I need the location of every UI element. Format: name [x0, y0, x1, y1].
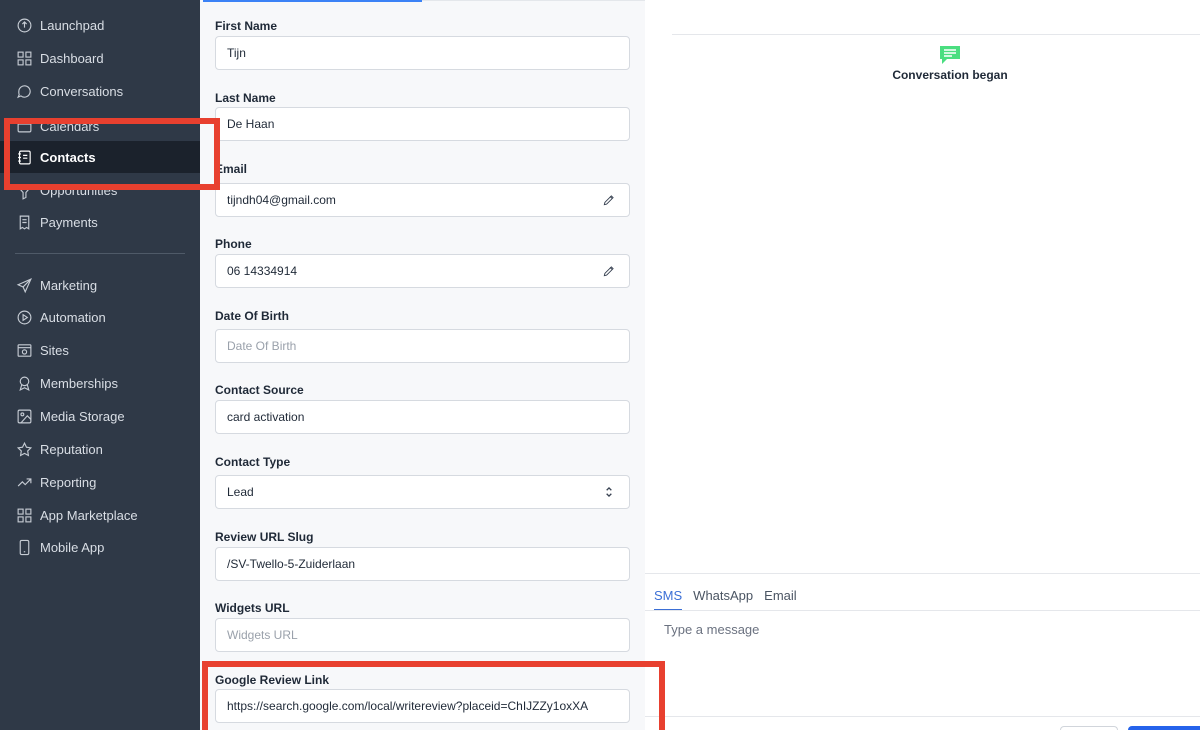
composer-channel-tabs: SMS WhatsApp Email — [654, 588, 797, 611]
sidebar-item-reporting[interactable]: Reporting — [0, 466, 200, 498]
sidebar-item-label: Contacts — [40, 149, 96, 165]
date-of-birth-label: Date Of Birth — [215, 309, 290, 323]
sidebar-item-label: App Marketplace — [40, 507, 138, 523]
active-tab-indicator — [203, 0, 422, 2]
sidebar-item-label: Reporting — [40, 474, 97, 490]
phone-label: Phone — [215, 237, 252, 251]
email-field[interactable]: tijndh04@gmail.com — [215, 183, 630, 217]
composer-top-divider — [645, 573, 1200, 574]
sidebar-item-label: Conversations — [40, 83, 124, 99]
email-value: tijndh04@gmail.com — [227, 193, 336, 207]
sidebar-item-label: Marketing — [40, 277, 98, 293]
contact-source-value: card activation — [227, 410, 305, 424]
review-url-slug-label: Review URL Slug — [215, 530, 314, 544]
conversation-began-event: Conversation began — [892, 68, 1008, 82]
review-url-slug-field[interactable]: /SV-Twello-5-Zuiderlaan — [215, 547, 630, 581]
sidebar-item-dashboard[interactable]: Dashboard — [0, 42, 200, 74]
sidebar-item-label: Calendars — [40, 119, 100, 134]
widgets-url-placeholder: Widgets URL — [227, 628, 298, 642]
sidebar-item-label: Memberships — [40, 375, 119, 391]
calendar-icon — [15, 116, 33, 134]
award-icon — [15, 374, 33, 392]
sidebar-item-automation[interactable]: Automation — [0, 301, 200, 333]
automation-icon — [15, 308, 33, 326]
dashboard-icon — [15, 49, 33, 67]
sidebar-item-label: Reputation — [40, 441, 103, 457]
select-chevrons-icon — [600, 483, 618, 501]
contact-source-field[interactable]: card activation — [215, 400, 630, 434]
first-name-field[interactable]: Tijn — [215, 36, 630, 70]
last-name-label: Last Name — [215, 91, 276, 105]
sidebar-item-contacts[interactable]: Contacts — [0, 141, 200, 173]
sidebar-item-conversations[interactable]: Conversations — [0, 75, 200, 107]
composer-bottom-divider — [645, 716, 1200, 717]
sidebar-item-payments[interactable]: Payments — [0, 206, 200, 238]
google-review-link-field[interactable]: https://search.google.com/local/writerev… — [215, 689, 630, 723]
phone-field[interactable]: 06 14334914 — [215, 254, 630, 288]
sidebar-item-marketing[interactable]: Marketing — [0, 269, 200, 301]
send-button[interactable] — [1128, 726, 1200, 730]
sidebar-item-app-marketplace[interactable]: App Marketplace — [0, 499, 200, 531]
email-label: Email — [215, 162, 248, 176]
widgets-url-label: Widgets URL — [215, 601, 290, 615]
mobile-icon — [15, 538, 33, 556]
star-icon — [15, 440, 33, 458]
first-name-value: Tijn — [227, 46, 246, 60]
chat-bubble-icon — [15, 82, 33, 100]
google-review-link-label: Google Review Link — [215, 673, 330, 687]
rocket-icon — [15, 16, 33, 34]
grid-icon — [15, 506, 33, 524]
trend-icon — [15, 473, 33, 491]
tab-divider — [422, 0, 645, 1]
app-root: Launchpad Dashboard Conversations Calend… — [0, 0, 1200, 730]
sidebar-item-label: Mobile App — [40, 539, 105, 555]
receipt-icon — [15, 213, 33, 231]
contact-type-value: Lead — [227, 485, 254, 499]
date-of-birth-placeholder: Date Of Birth — [227, 339, 297, 353]
date-of-birth-field[interactable]: Date Of Birth — [215, 329, 630, 363]
edit-email-pencil-icon[interactable] — [600, 191, 618, 209]
google-review-link-value: https://search.google.com/local/writerev… — [227, 699, 589, 713]
send-icon — [15, 276, 33, 294]
image-icon — [15, 407, 33, 425]
first-name-label: First Name — [215, 19, 278, 33]
last-name-field[interactable]: De Haan — [215, 107, 630, 141]
tab-email[interactable]: Email — [764, 588, 797, 611]
sidebar-item-label: Payments — [40, 214, 98, 230]
sidebar-item-media-storage[interactable]: Media Storage — [0, 400, 200, 432]
sidebar-item-label: Opportunities — [40, 183, 118, 198]
edit-phone-pencil-icon[interactable] — [600, 262, 618, 280]
sites-icon — [15, 341, 33, 359]
sidebar-item-calendars[interactable]: Calendars — [0, 114, 200, 134]
sidebar: Launchpad Dashboard Conversations Calend… — [0, 0, 200, 730]
widgets-url-field[interactable]: Widgets URL — [215, 618, 630, 652]
chat-message-icon — [940, 46, 960, 64]
sidebar-item-launchpad[interactable]: Launchpad — [0, 9, 200, 41]
sidebar-item-label: Sites — [40, 342, 69, 358]
contact-type-select[interactable]: Lead — [215, 475, 630, 509]
contact-type-label: Contact Type — [215, 455, 291, 469]
tab-whatsapp[interactable]: WhatsApp — [693, 588, 753, 611]
funnel-icon — [15, 183, 33, 201]
sidebar-item-label: Media Storage — [40, 408, 125, 424]
sidebar-item-sites[interactable]: Sites — [0, 334, 200, 366]
phone-value: 06 14334914 — [227, 264, 298, 278]
conversation-header-divider — [672, 34, 1200, 35]
composer-tab-divider — [645, 610, 1200, 611]
sidebar-divider — [15, 253, 185, 254]
sidebar-item-mobile-app[interactable]: Mobile App — [0, 531, 200, 563]
tab-sms[interactable]: SMS — [654, 588, 683, 611]
secondary-action-button[interactable] — [1060, 726, 1118, 730]
contacts-book-icon — [15, 148, 33, 166]
sidebar-item-label: Automation — [40, 309, 106, 325]
message-input[interactable] — [654, 618, 1194, 708]
sidebar-item-label: Dashboard — [40, 50, 104, 66]
sidebar-item-label: Launchpad — [40, 17, 105, 33]
sidebar-item-opportunities[interactable]: Opportunities — [0, 183, 200, 203]
review-url-slug-value: /SV-Twello-5-Zuiderlaan — [227, 557, 356, 571]
last-name-value: De Haan — [227, 117, 275, 131]
contact-source-label: Contact Source — [215, 383, 304, 397]
sidebar-item-reputation[interactable]: Reputation — [0, 433, 200, 465]
sidebar-item-memberships[interactable]: Memberships — [0, 367, 200, 399]
